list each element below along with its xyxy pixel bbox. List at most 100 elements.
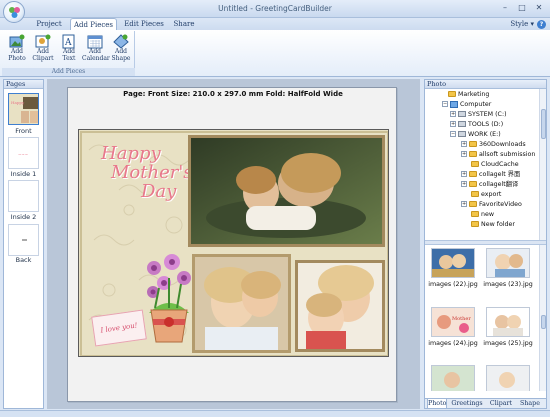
tree-label: export bbox=[481, 191, 502, 198]
add-shape-icon bbox=[113, 34, 129, 49]
expand-icon[interactable]: + bbox=[461, 201, 467, 207]
folder-icon bbox=[471, 211, 479, 217]
expand-icon[interactable]: + bbox=[461, 141, 467, 147]
drive-icon bbox=[458, 131, 466, 137]
help-icon[interactable]: ? bbox=[537, 20, 546, 29]
expand-icon[interactable]: + bbox=[461, 181, 467, 187]
tab-add-pieces[interactable]: Add Pieces bbox=[70, 18, 117, 30]
add-calendar-label-2: Calendar bbox=[82, 54, 110, 62]
tree-item-work-e[interactable]: − WORK (E:) bbox=[450, 130, 501, 139]
collapse-icon[interactable]: − bbox=[450, 131, 456, 137]
page-thumb-inside-1[interactable]: ~~~ bbox=[8, 137, 39, 169]
page-thumb-back[interactable] bbox=[8, 224, 39, 256]
folder-icon bbox=[469, 171, 477, 177]
love-tag-text: I love you! bbox=[99, 321, 139, 335]
tree-item-new[interactable]: new bbox=[471, 210, 494, 219]
tree-item-new-folder[interactable]: New folder bbox=[471, 220, 515, 229]
add-clipart-icon bbox=[35, 34, 51, 48]
tree-label: TOOLS (D:) bbox=[468, 121, 504, 128]
tab-project[interactable]: Project bbox=[33, 18, 65, 30]
photo-grid-scrollbar[interactable] bbox=[539, 245, 546, 391]
photo-grid-scrollbar-thumb[interactable] bbox=[541, 315, 546, 329]
computer-icon bbox=[450, 100, 458, 108]
add-photo-icon bbox=[9, 34, 25, 48]
card-title-line-3: Day bbox=[141, 181, 177, 202]
tree-label: New folder bbox=[481, 221, 516, 228]
maximize-button[interactable]: □ bbox=[516, 3, 528, 13]
photo-thumb-27[interactable] bbox=[486, 365, 530, 391]
photo-thumb-26[interactable] bbox=[431, 365, 475, 391]
expand-icon[interactable]: + bbox=[450, 121, 456, 127]
svg-text:~~~: ~~~ bbox=[18, 152, 28, 157]
tree-scrollbar[interactable] bbox=[539, 89, 546, 240]
tree-scrollbar-thumb[interactable] bbox=[541, 109, 546, 139]
card-photo-top[interactable] bbox=[188, 135, 385, 247]
collapse-icon[interactable]: − bbox=[442, 101, 448, 107]
tree-item-export[interactable]: export bbox=[471, 190, 501, 199]
window-title: Untitled - GreetingCardBuilder bbox=[218, 4, 332, 13]
photo-thumb-24[interactable]: Mother bbox=[431, 307, 475, 337]
add-shape-label-2: Shape bbox=[111, 54, 131, 62]
photo-thumb-23[interactable] bbox=[486, 248, 530, 278]
greeting-card[interactable]: Happy Mother's Day I love you! bbox=[78, 129, 389, 357]
canvas-area: Page: Front Size: 210.0 x 297.0 mm Fold:… bbox=[47, 79, 420, 409]
photo-panel-title: Photo bbox=[425, 80, 546, 89]
tree-item-system-c[interactable]: + SYSTEM (C:) bbox=[450, 110, 507, 119]
page-label-inside-2: Inside 2 bbox=[10, 213, 37, 221]
folder-icon bbox=[469, 201, 477, 207]
photo-thumb-22[interactable] bbox=[431, 248, 475, 278]
page-label-front: Front bbox=[15, 127, 32, 135]
page-thumb-front[interactable]: Happy bbox=[8, 93, 39, 125]
card-photo-bottom-left[interactable] bbox=[192, 254, 291, 353]
tree-item-collagelt-ui[interactable]: + collagelt 界面 bbox=[461, 170, 520, 179]
tab-edit-pieces[interactable]: Edit Pieces bbox=[121, 18, 167, 30]
expand-icon[interactable]: + bbox=[461, 171, 467, 177]
app-logo-icon[interactable] bbox=[3, 1, 25, 23]
tree-item-allsoft-submission[interactable]: + allsoft submission bbox=[461, 150, 535, 159]
svg-text:A: A bbox=[64, 38, 72, 48]
add-calendar-icon bbox=[87, 35, 103, 49]
tree-label: allsoft submission bbox=[479, 151, 536, 158]
tree-label: WORK (E:) bbox=[468, 131, 501, 138]
add-shape-button[interactable]: Add Shape bbox=[108, 32, 134, 65]
tab-share[interactable]: Share bbox=[172, 18, 196, 30]
page-paper[interactable]: Page: Front Size: 210.0 x 297.0 mm Fold:… bbox=[67, 87, 397, 402]
add-text-icon: A bbox=[62, 34, 75, 49]
tree-label: SYSTEM (C:) bbox=[468, 111, 507, 118]
folder-tree[interactable]: Marketing − Computer + SYSTEM (C:) + TOOLS … bbox=[425, 89, 540, 240]
add-photo-button[interactable]: Add Photo bbox=[4, 32, 30, 65]
add-text-button[interactable]: A Add Text bbox=[56, 32, 82, 65]
add-text-label-2: Text bbox=[62, 54, 76, 62]
tab-greetings[interactable]: Greetings bbox=[449, 399, 485, 409]
tree-label: collagelt翻译 bbox=[479, 181, 519, 188]
ribbon-group-add-pieces: Add Photo Add Clipart A Add Text Add Cal… bbox=[2, 31, 135, 76]
minimize-button[interactable]: – bbox=[499, 3, 511, 13]
tree-label: Marketing bbox=[458, 91, 490, 98]
tab-clipart[interactable]: Clipart bbox=[487, 399, 515, 409]
tree-item-collagelt-translate[interactable]: + collagelt翻译 bbox=[461, 180, 518, 189]
card-title[interactable]: Happy Mother's Day bbox=[101, 144, 193, 201]
add-clipart-button[interactable]: Add Clipart bbox=[30, 32, 56, 65]
tab-shape[interactable]: Shape bbox=[517, 399, 543, 409]
tree-item-tools-d[interactable]: + TOOLS (D:) bbox=[450, 120, 503, 129]
flower-pot-clipart[interactable] bbox=[139, 248, 199, 348]
tab-photo[interactable]: Photo bbox=[427, 399, 447, 409]
tree-item-360downloads[interactable]: +360Downloads bbox=[461, 140, 526, 149]
library-tab-bar: Photo Greetings Clipart Shape bbox=[425, 398, 546, 409]
style-menu[interactable]: Style ▾ bbox=[510, 18, 534, 30]
close-button[interactable]: ✕ bbox=[533, 3, 545, 13]
add-calendar-button[interactable]: Add Calendar bbox=[82, 32, 110, 65]
tree-item-marketing[interactable]: Marketing bbox=[448, 90, 489, 99]
svg-text:Happy: Happy bbox=[11, 100, 25, 105]
folder-icon bbox=[471, 191, 479, 197]
tree-item-cloudcache[interactable]: CloudCache bbox=[471, 160, 519, 169]
card-photo-bottom-right[interactable] bbox=[295, 260, 385, 352]
page-thumb-inside-2[interactable] bbox=[8, 180, 39, 212]
tree-item-favoritevideo[interactable]: + FavoriteVideo bbox=[461, 200, 522, 209]
photo-thumb-25[interactable] bbox=[486, 307, 530, 337]
main-tab-bar: Project Add Pieces Edit Pieces Share Sty… bbox=[0, 18, 550, 30]
tree-item-computer[interactable]: − Computer bbox=[442, 100, 491, 109]
expand-icon[interactable]: + bbox=[450, 111, 456, 117]
pages-panel-title: Pages bbox=[4, 80, 43, 89]
expand-icon[interactable]: + bbox=[461, 151, 467, 157]
